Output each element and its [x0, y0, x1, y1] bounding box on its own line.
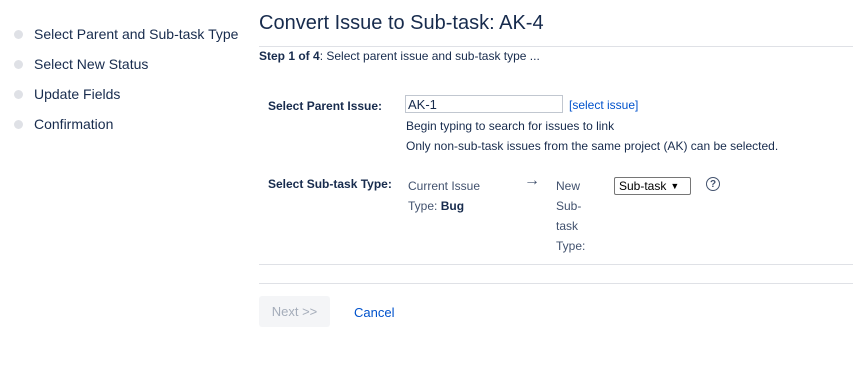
step-update-fields: Update Fields	[14, 79, 238, 109]
subtask-type-label: Select Sub-task Type:	[268, 177, 392, 191]
wizard-steps: Select Parent and Sub-task Type Select N…	[14, 19, 238, 139]
help-icon[interactable]: ?	[706, 177, 720, 191]
step-bullet-icon	[14, 89, 23, 99]
step-bullet-icon	[14, 59, 23, 69]
cancel-link[interactable]: Cancel	[354, 305, 394, 320]
parent-issue-label: Select Parent Issue:	[268, 99, 383, 113]
parent-issue-restriction: Only non-sub-task issues from the same p…	[406, 139, 779, 153]
step-label: Select New Status	[34, 56, 149, 72]
step-confirmation: Confirmation	[14, 109, 238, 139]
form-divider	[259, 264, 853, 265]
step-bullet-icon	[14, 119, 23, 129]
step-select-status: Select New Status	[14, 49, 238, 79]
subtask-type-selected: Sub-task	[619, 179, 667, 193]
main-content: Convert Issue to Sub-task: AK-4 Step 1 o…	[259, 12, 853, 327]
step-number: Step 1 of 4	[259, 49, 320, 63]
step-bullet-icon	[14, 29, 23, 39]
page-title: Convert Issue to Sub-task: AK-4	[259, 12, 544, 34]
current-type-value: Bug	[440, 199, 465, 213]
step-label: Confirmation	[34, 116, 114, 132]
convert-issue-page: Select Parent and Sub-task Type Select N…	[0, 0, 853, 380]
caret-down-icon: ▼	[670, 181, 680, 191]
select-issue-link[interactable]: [select issue]	[569, 98, 638, 112]
current-issue-type: Current Issue Type: Bug	[408, 176, 503, 216]
new-subtask-type-label: New Sub-task Type:	[556, 179, 586, 253]
step-indicator: Step 1 of 4: Select parent issue and sub…	[259, 49, 540, 63]
parent-issue-input[interactable]	[405, 95, 563, 113]
arrow-right-icon: →	[524, 172, 540, 189]
parent-issue-help: Begin typing to search for issues to lin…	[406, 119, 615, 133]
step-label: Select Parent and Sub-task Type	[34, 26, 239, 42]
step-description: : Select parent issue and sub-task type …	[319, 49, 540, 63]
step-label: Update Fields	[34, 86, 121, 102]
buttons-divider	[259, 283, 853, 284]
subtask-type-select[interactable]: Sub-task ▼	[614, 177, 691, 195]
next-button[interactable]: Next >>	[259, 296, 330, 327]
step-select-parent: Select Parent and Sub-task Type	[14, 19, 238, 49]
title-divider	[259, 46, 853, 47]
